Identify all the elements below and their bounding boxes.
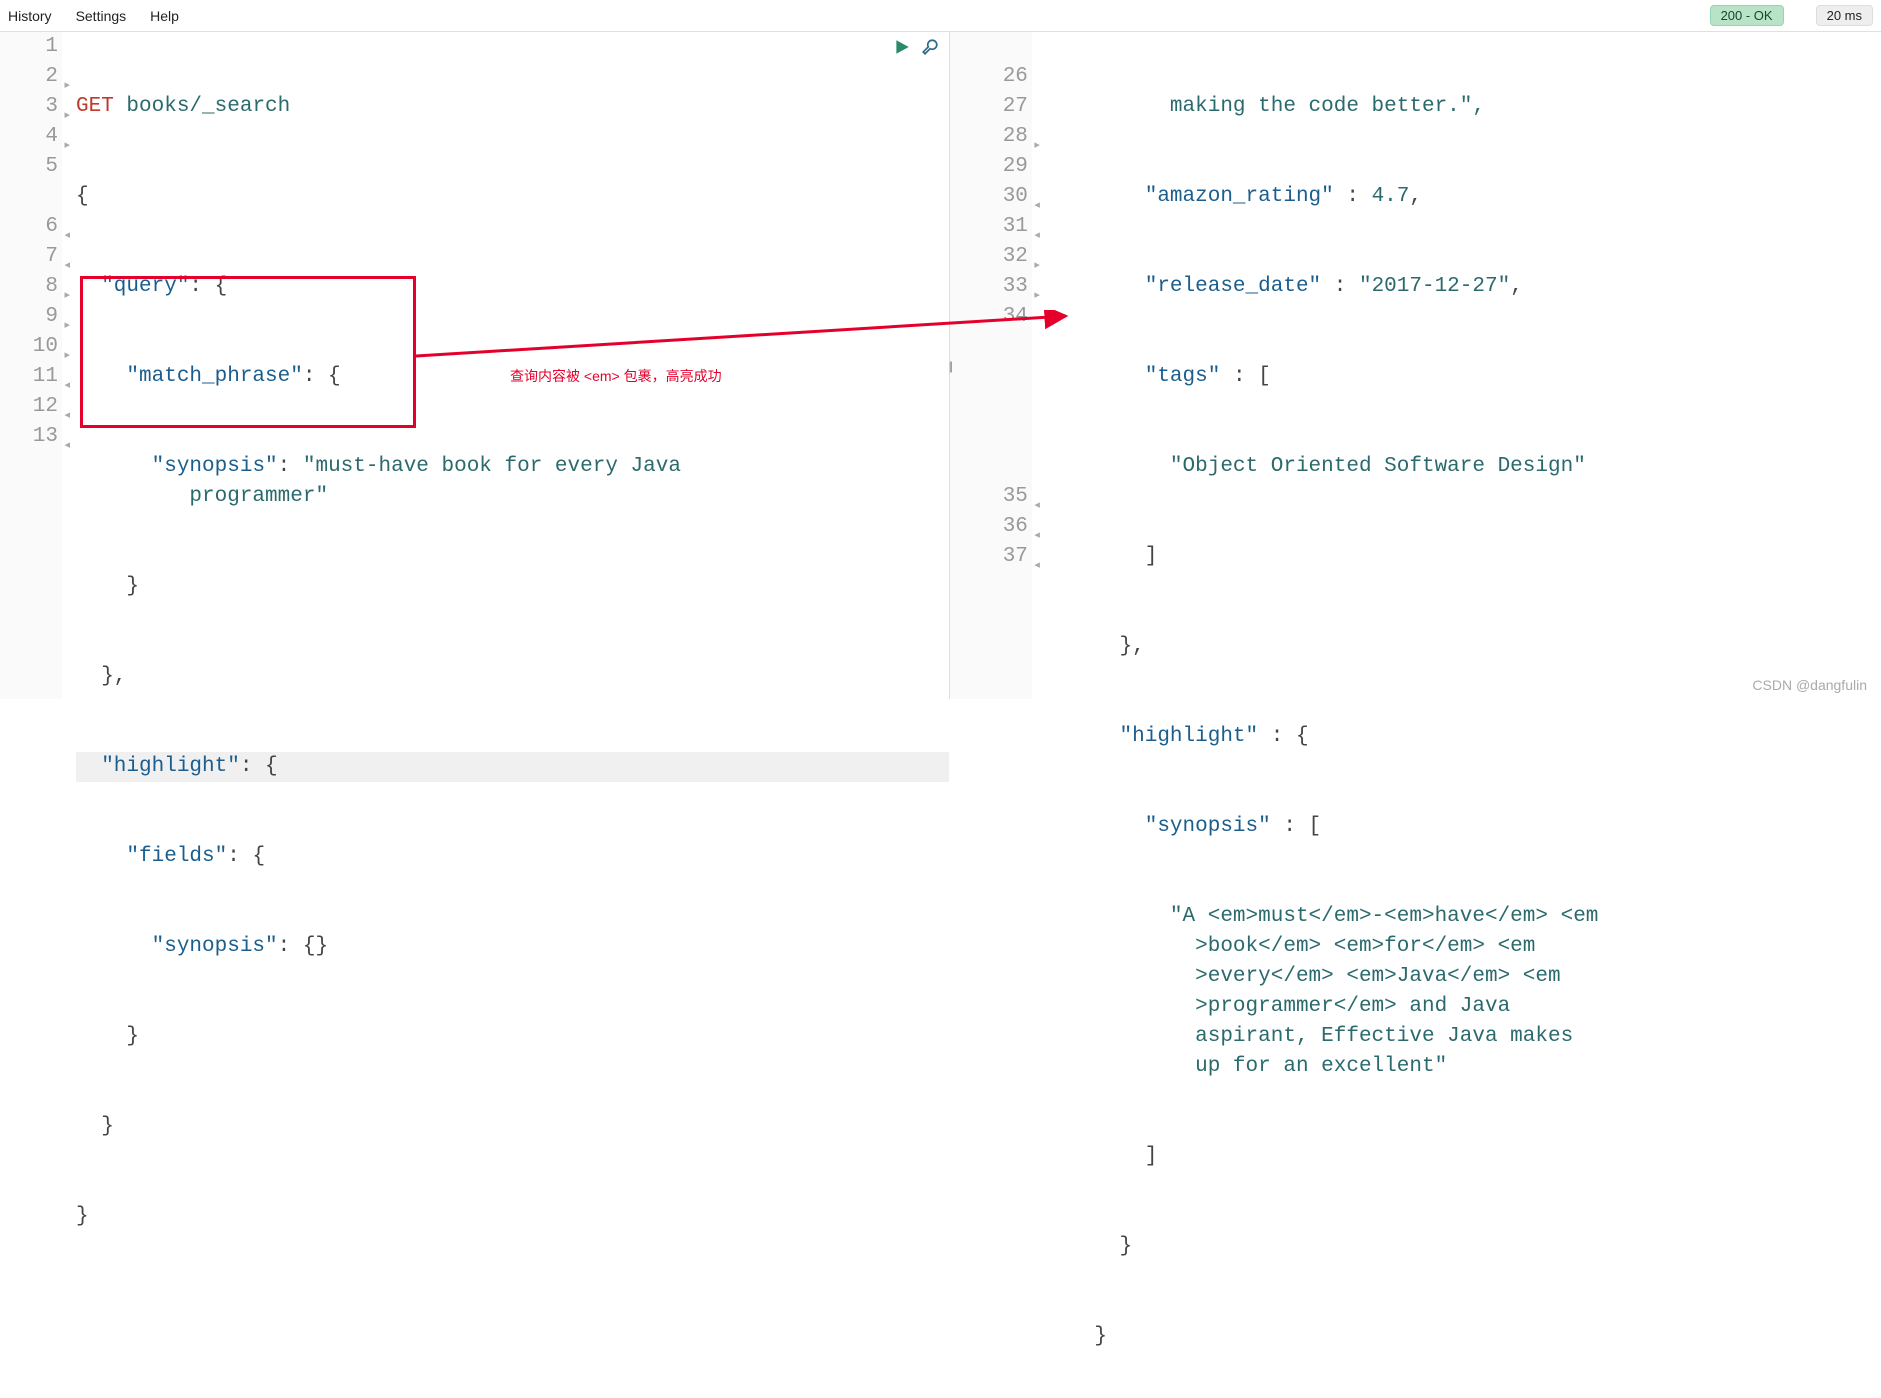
json-number: 4.7 bbox=[1372, 185, 1410, 208]
punct: : bbox=[278, 455, 303, 478]
json-key: "tags" bbox=[1044, 365, 1220, 388]
punct: : [ bbox=[1271, 815, 1321, 838]
menu-help[interactable]: Help bbox=[150, 8, 179, 24]
status-badge: 200 - OK bbox=[1710, 5, 1784, 26]
punct: : [ bbox=[1220, 365, 1270, 388]
json-key: "amazon_rating" bbox=[1044, 185, 1334, 208]
punct: : { bbox=[189, 275, 227, 298]
left-gutter: 12▸3▸4▸56◂7◂8▸9▸10▸11◂12◂13◂ bbox=[0, 32, 62, 699]
punct: : { bbox=[1258, 725, 1308, 748]
brace: ] bbox=[1044, 1145, 1157, 1168]
run-icon[interactable] bbox=[893, 38, 911, 61]
request-path: books/_search bbox=[126, 95, 290, 118]
json-key: "synopsis" bbox=[1044, 815, 1271, 838]
brace: } bbox=[76, 1025, 139, 1048]
menubar: History Settings Help 200 - OK 20 ms bbox=[0, 0, 1881, 32]
json-key: "match_phrase" bbox=[76, 365, 303, 388]
pane-splitter[interactable]: || bbox=[949, 359, 951, 373]
json-key: "query" bbox=[76, 275, 189, 298]
brace: } bbox=[1044, 1235, 1132, 1258]
punct: , bbox=[1510, 275, 1523, 298]
request-code[interactable]: GET books/_search { "query": { "match_ph… bbox=[62, 32, 949, 699]
http-method: GET bbox=[76, 95, 114, 118]
json-key: "release_date" bbox=[1044, 275, 1321, 298]
punct: : bbox=[1321, 275, 1359, 298]
watermark: CSDN @dangfulin bbox=[1752, 677, 1867, 693]
punct: : { bbox=[303, 365, 341, 388]
response-viewer[interactable]: 262728▸2930◂31◂32▸33▸3435◂36◂37◂ making … bbox=[950, 32, 1881, 699]
json-string: making the code better.", bbox=[1044, 95, 1485, 118]
response-time: 20 ms bbox=[1816, 5, 1873, 26]
brace: } bbox=[76, 575, 139, 598]
brace: ] bbox=[1044, 545, 1157, 568]
json-key: "synopsis" bbox=[76, 455, 278, 478]
brace: { bbox=[76, 185, 89, 208]
request-editor[interactable]: 12▸3▸4▸56◂7◂8▸9▸10▸11◂12◂13◂ GET books/_… bbox=[0, 32, 950, 699]
json-string: "Object Oriented Software Design" bbox=[1044, 455, 1586, 478]
right-gutter: 262728▸2930◂31◂32▸33▸3435◂36◂37◂ bbox=[950, 32, 1032, 699]
menu-settings[interactable]: Settings bbox=[76, 8, 127, 24]
punct: , bbox=[1409, 185, 1422, 208]
punct: : { bbox=[227, 845, 265, 868]
json-key: "synopsis" bbox=[76, 935, 278, 958]
punct: : { bbox=[240, 755, 278, 778]
annotation-text: 查询内容被 <em> 包裹，高亮成功 bbox=[510, 366, 722, 386]
json-string: "2017-12-27" bbox=[1359, 275, 1510, 298]
brace: }, bbox=[1044, 635, 1145, 658]
brace: }, bbox=[76, 665, 126, 688]
punct: : {} bbox=[278, 935, 328, 958]
punct: : bbox=[1334, 185, 1372, 208]
menu-history[interactable]: History bbox=[8, 8, 52, 24]
json-key: "highlight" bbox=[76, 755, 240, 778]
brace: } bbox=[1044, 1325, 1107, 1348]
response-code[interactable]: making the code better.", "amazon_rating… bbox=[1032, 32, 1881, 699]
json-key: "fields" bbox=[76, 845, 227, 868]
json-key: "highlight" bbox=[1044, 725, 1258, 748]
json-string: "A <em>must</em>-<em>have</em> <em >book… bbox=[1044, 905, 1599, 1078]
brace: } bbox=[76, 1205, 89, 1228]
wrench-icon[interactable] bbox=[921, 38, 939, 61]
brace: } bbox=[76, 1115, 114, 1138]
